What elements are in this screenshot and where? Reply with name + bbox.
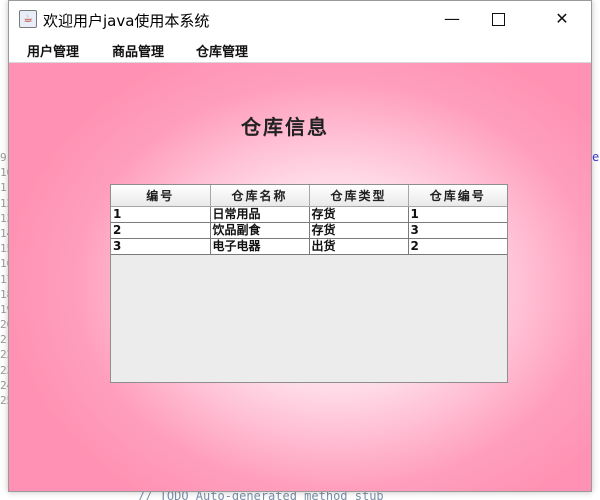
maximize-icon xyxy=(491,13,505,26)
table-cell[interactable]: 3 xyxy=(111,238,211,255)
column-header-id[interactable]: 编号 xyxy=(111,185,211,207)
ide-code-fragment-right: er xyxy=(592,150,600,164)
page-title: 仓库信息 xyxy=(241,115,329,139)
java-cup-icon[interactable]: ☕ xyxy=(19,10,37,28)
content-panel: 仓库信息 编号 仓库名称 仓库类型 仓库编号 1 日常用品 存货 1 2 饮品副… xyxy=(9,63,591,491)
warehouse-table-grid: 编号 仓库名称 仓库类型 仓库编号 1 日常用品 存货 1 2 饮品副食 存货 … xyxy=(111,185,507,255)
table-cell[interactable]: 1 xyxy=(111,206,211,223)
table-row[interactable]: 1 日常用品 存货 1 xyxy=(111,206,507,223)
menu-user-management[interactable]: 用户管理 xyxy=(27,41,79,60)
table-cell[interactable]: 日常用品 xyxy=(210,206,310,223)
menu-warehouse-management[interactable]: 仓库管理 xyxy=(196,41,248,60)
minimize-button[interactable]: — xyxy=(429,1,475,37)
table-cell[interactable]: 饮品副食 xyxy=(210,222,310,239)
app-window: ☕ 欢迎用户java使用本系统 — ✕ 用户管理 商品管理 仓库管理 仓库信息 … xyxy=(8,0,592,492)
table-cell[interactable]: 2 xyxy=(408,238,507,255)
close-button[interactable]: ✕ xyxy=(539,1,585,37)
table-cell[interactable]: 存货 xyxy=(309,222,409,239)
column-header-code[interactable]: 仓库编号 xyxy=(408,185,507,207)
table-cell[interactable]: 1 xyxy=(408,206,507,223)
table-cell[interactable]: 2 xyxy=(111,222,211,239)
table-cell[interactable]: 电子电器 xyxy=(210,238,310,255)
column-header-type[interactable]: 仓库类型 xyxy=(309,185,409,207)
menu-bar: 用户管理 商品管理 仓库管理 xyxy=(9,37,591,63)
maximize-button[interactable] xyxy=(475,1,521,37)
warehouse-table[interactable]: 编号 仓库名称 仓库类型 仓库编号 1 日常用品 存货 1 2 饮品副食 存货 … xyxy=(110,184,508,383)
column-header-name[interactable]: 仓库名称 xyxy=(210,185,310,207)
table-row[interactable]: 2 饮品副食 存货 3 xyxy=(111,222,507,239)
title-bar[interactable]: ☕ 欢迎用户java使用本系统 — ✕ xyxy=(9,1,591,37)
window-title: 欢迎用户java使用本系统 xyxy=(43,12,210,30)
table-cell[interactable]: 出货 xyxy=(309,238,409,255)
table-cell[interactable]: 3 xyxy=(408,222,507,239)
table-cell[interactable]: 存货 xyxy=(309,206,409,223)
table-header-row: 编号 仓库名称 仓库类型 仓库编号 xyxy=(111,185,507,207)
table-row[interactable]: 3 电子电器 出货 2 xyxy=(111,238,507,255)
menu-product-management[interactable]: 商品管理 xyxy=(112,41,164,60)
